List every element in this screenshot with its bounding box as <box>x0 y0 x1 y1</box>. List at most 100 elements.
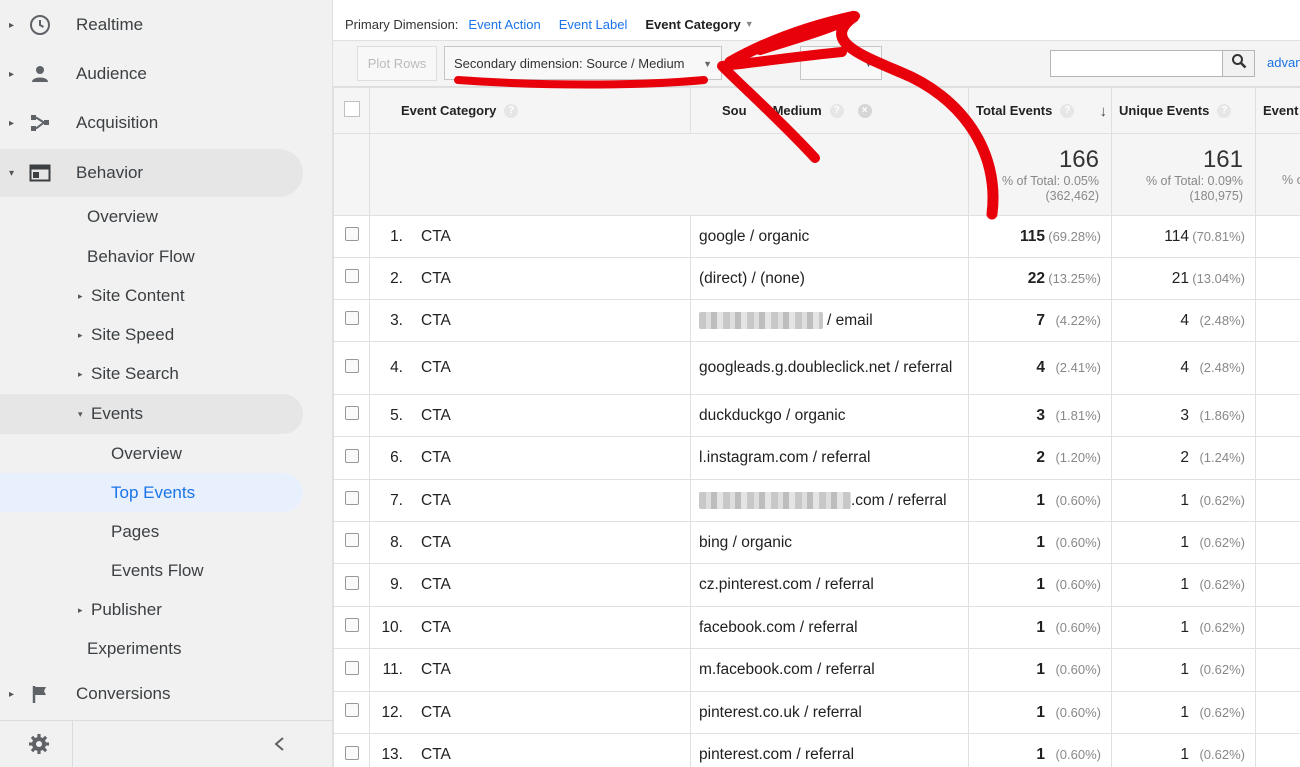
row-checkbox[interactable] <box>344 660 359 675</box>
event-category-link[interactable]: CTA <box>421 492 451 509</box>
source-medium-cell[interactable]: google / organic <box>690 215 969 258</box>
table-row[interactable]: 6. CTA l.instagram.com / referral 2 (1.20%) 2… <box>333 436 1300 480</box>
column-header-event-category[interactable]: Event Category? <box>369 87 691 134</box>
total-events-percent: (0.60%) <box>1055 662 1101 677</box>
help-icon[interactable]: ? <box>1060 104 1075 119</box>
nav-publisher[interactable]: ▸ Publisher <box>78 590 162 630</box>
source-medium-cell[interactable]: / email <box>690 299 969 342</box>
nav-top-events[interactable]: Top Events <box>111 473 195 513</box>
event-category-link[interactable]: CTA <box>421 359 451 376</box>
table-row[interactable]: 12. CTA pinterest.co.uk / referral 1 (0.60%)… <box>333 691 1300 734</box>
select-all-checkbox[interactable] <box>343 101 360 117</box>
column-header-label: Unique Events <box>1119 102 1210 118</box>
collapse-caret-icon: ▾ <box>78 408 83 419</box>
search-button[interactable] <box>1222 50 1255 77</box>
plot-rows-button[interactable]: Plot Rows <box>357 46 437 81</box>
nav-behavior-flow[interactable]: Behavior Flow <box>87 237 195 277</box>
nav-events[interactable]: ▾ Events <box>78 394 143 434</box>
row-checkbox[interactable] <box>344 703 359 717</box>
source-medium-cell[interactable]: l.instagram.com / referral <box>690 436 969 480</box>
source-medium-cell[interactable]: (direct) / (none) <box>690 257 969 300</box>
event-category-link[interactable]: CTA <box>421 534 451 551</box>
nav-site-search[interactable]: ▸ Site Search <box>78 354 179 394</box>
collapse-sidebar-icon[interactable] <box>272 736 286 757</box>
advanced-filter-link[interactable]: advan <box>1267 55 1300 70</box>
row-checkbox[interactable] <box>344 358 359 373</box>
table-row[interactable]: 8. CTA bing / organic 1 (0.60%) 1 (0.62%) <box>333 521 1300 564</box>
nav-conversions[interactable]: ▸ Conversions <box>0 670 303 718</box>
row-checkbox[interactable] <box>344 745 359 760</box>
event-category-link[interactable]: CTA <box>421 407 451 424</box>
source-medium-cell[interactable]: m.facebook.com / referral <box>690 648 969 692</box>
help-icon[interactable]: ? <box>1217 104 1232 119</box>
table-row[interactable]: 7. CTA .com / referral 1 (0.60%) 1 (0.62%) <box>333 479 1300 522</box>
event-category-link[interactable]: CTA <box>421 704 451 721</box>
nav-behavior-overview[interactable]: Overview <box>87 197 158 237</box>
help-icon[interactable]: ? <box>504 104 519 119</box>
secondary-dimension-select[interactable]: Secondary dimension: Source / Medium ▼ <box>444 46 722 80</box>
table-row[interactable]: 13. CTA pinterest.com / referral 1 (0.60%) 1 (… <box>333 733 1300 767</box>
primary-dim-event-label[interactable]: Event Label <box>559 17 628 32</box>
table-body: 1. CTA google / organic 115 (69.28%) 114 (70.8… <box>333 215 1300 767</box>
remove-dimension-icon[interactable]: × <box>857 104 872 119</box>
table-row[interactable]: 1. CTA google / organic 115 (69.28%) 114 (70.8… <box>333 215 1300 258</box>
nav-site-content[interactable]: ▸ Site Content <box>78 276 185 316</box>
event-category-link[interactable]: CTA <box>421 661 451 678</box>
event-category-link[interactable]: CTA <box>421 746 451 763</box>
primary-dim-event-category[interactable]: Event Category <box>645 17 740 32</box>
row-checkbox[interactable] <box>344 269 359 283</box>
row-checkbox[interactable] <box>344 575 359 590</box>
help-icon[interactable]: ? <box>829 104 844 119</box>
nav-experiments[interactable]: Experiments <box>87 629 181 669</box>
source-medium-cell[interactable]: googleads.g.doubleclick.net / referral <box>690 341 969 395</box>
nav-site-speed[interactable]: ▸ Site Speed <box>78 315 174 355</box>
chevron-down-icon[interactable]: ▼ <box>745 19 754 29</box>
event-category-link[interactable]: CTA <box>421 449 451 466</box>
table-row[interactable]: 10. CTA facebook.com / referral 1 (0.60%) 1 (0… <box>333 606 1300 649</box>
row-checkbox[interactable] <box>344 448 359 463</box>
table-search-input[interactable] <box>1050 50 1223 77</box>
table-row[interactable]: 9. CTA cz.pinterest.com / referral 1 (0.60%)… <box>333 563 1300 607</box>
unique-events-cell: 1 (0.62%) <box>1111 691 1256 734</box>
table-row[interactable]: 2. CTA (direct) / (none) 22 (13.25%) 21 (13.04… <box>333 257 1300 300</box>
row-checkbox[interactable] <box>344 311 359 325</box>
source-medium-cell[interactable]: cz.pinterest.com / referral <box>690 563 969 607</box>
source-medium-cell[interactable]: pinterest.co.uk / referral <box>690 691 969 734</box>
row-checkbox[interactable] <box>344 533 359 547</box>
table-row[interactable]: 4. CTA googleads.g.doubleclick.net / refer… <box>333 341 1300 395</box>
column-header-unique-events[interactable]: Unique Events? <box>1111 87 1256 134</box>
nav-realtime[interactable]: ▸ Realtime <box>0 1 303 49</box>
table-row[interactable]: 3. CTA / email 7 (4.22%) 4 (2.48%) <box>333 299 1300 342</box>
nav-events-flow[interactable]: Events Flow <box>111 551 204 591</box>
unique-events-cell: 1 (0.62%) <box>1111 606 1256 649</box>
row-checkbox-cell <box>333 521 370 564</box>
nav-audience[interactable]: ▸ Audience <box>0 50 303 98</box>
row-checkbox[interactable] <box>344 618 359 632</box>
column-header-source-medium[interactable]: Sou Medium? × <box>690 87 969 134</box>
event-category-link[interactable]: CTA <box>421 228 451 245</box>
nav-events-overview[interactable]: Overview <box>111 434 182 474</box>
nav-behavior[interactable]: ▾ Behavior <box>0 149 303 197</box>
column-header-event-value[interactable]: Event V <box>1255 87 1300 134</box>
row-checkbox[interactable] <box>344 227 359 241</box>
event-category-link[interactable]: CTA <box>421 576 451 593</box>
event-category-link[interactable]: CTA <box>421 270 451 287</box>
unique-events-cell: 114 (70.81%) <box>1111 215 1256 258</box>
source-medium-cell[interactable]: bing / organic <box>690 521 969 564</box>
source-medium-cell[interactable]: facebook.com / referral <box>690 606 969 649</box>
source-medium-cell[interactable]: .com / referral <box>690 479 969 522</box>
column-header-total-events[interactable]: Total Events? ↓ <box>968 87 1112 134</box>
primary-dim-event-action[interactable]: Event Action <box>468 17 540 32</box>
table-row[interactable]: 5. CTA duckduckgo / organic 3 (1.81%) 3 (1.86%… <box>333 394 1300 437</box>
event-category-link[interactable]: CTA <box>421 619 451 636</box>
source-medium-cell[interactable]: pinterest.com / referral <box>690 733 969 767</box>
gear-icon[interactable] <box>28 733 50 760</box>
source-medium-cell[interactable]: duckduckgo / organic <box>690 394 969 437</box>
nav-pages[interactable]: Pages <box>111 512 159 552</box>
event-category-link[interactable]: CTA <box>421 312 451 329</box>
table-row[interactable]: 11. CTA m.facebook.com / referral 1 (0.60%) 1… <box>333 648 1300 692</box>
sort-type-select[interactable]: ▼ <box>800 46 882 80</box>
row-checkbox[interactable] <box>344 406 359 420</box>
nav-acquisition[interactable]: ▸ Acquisition <box>0 99 303 147</box>
row-checkbox[interactable] <box>344 491 359 505</box>
